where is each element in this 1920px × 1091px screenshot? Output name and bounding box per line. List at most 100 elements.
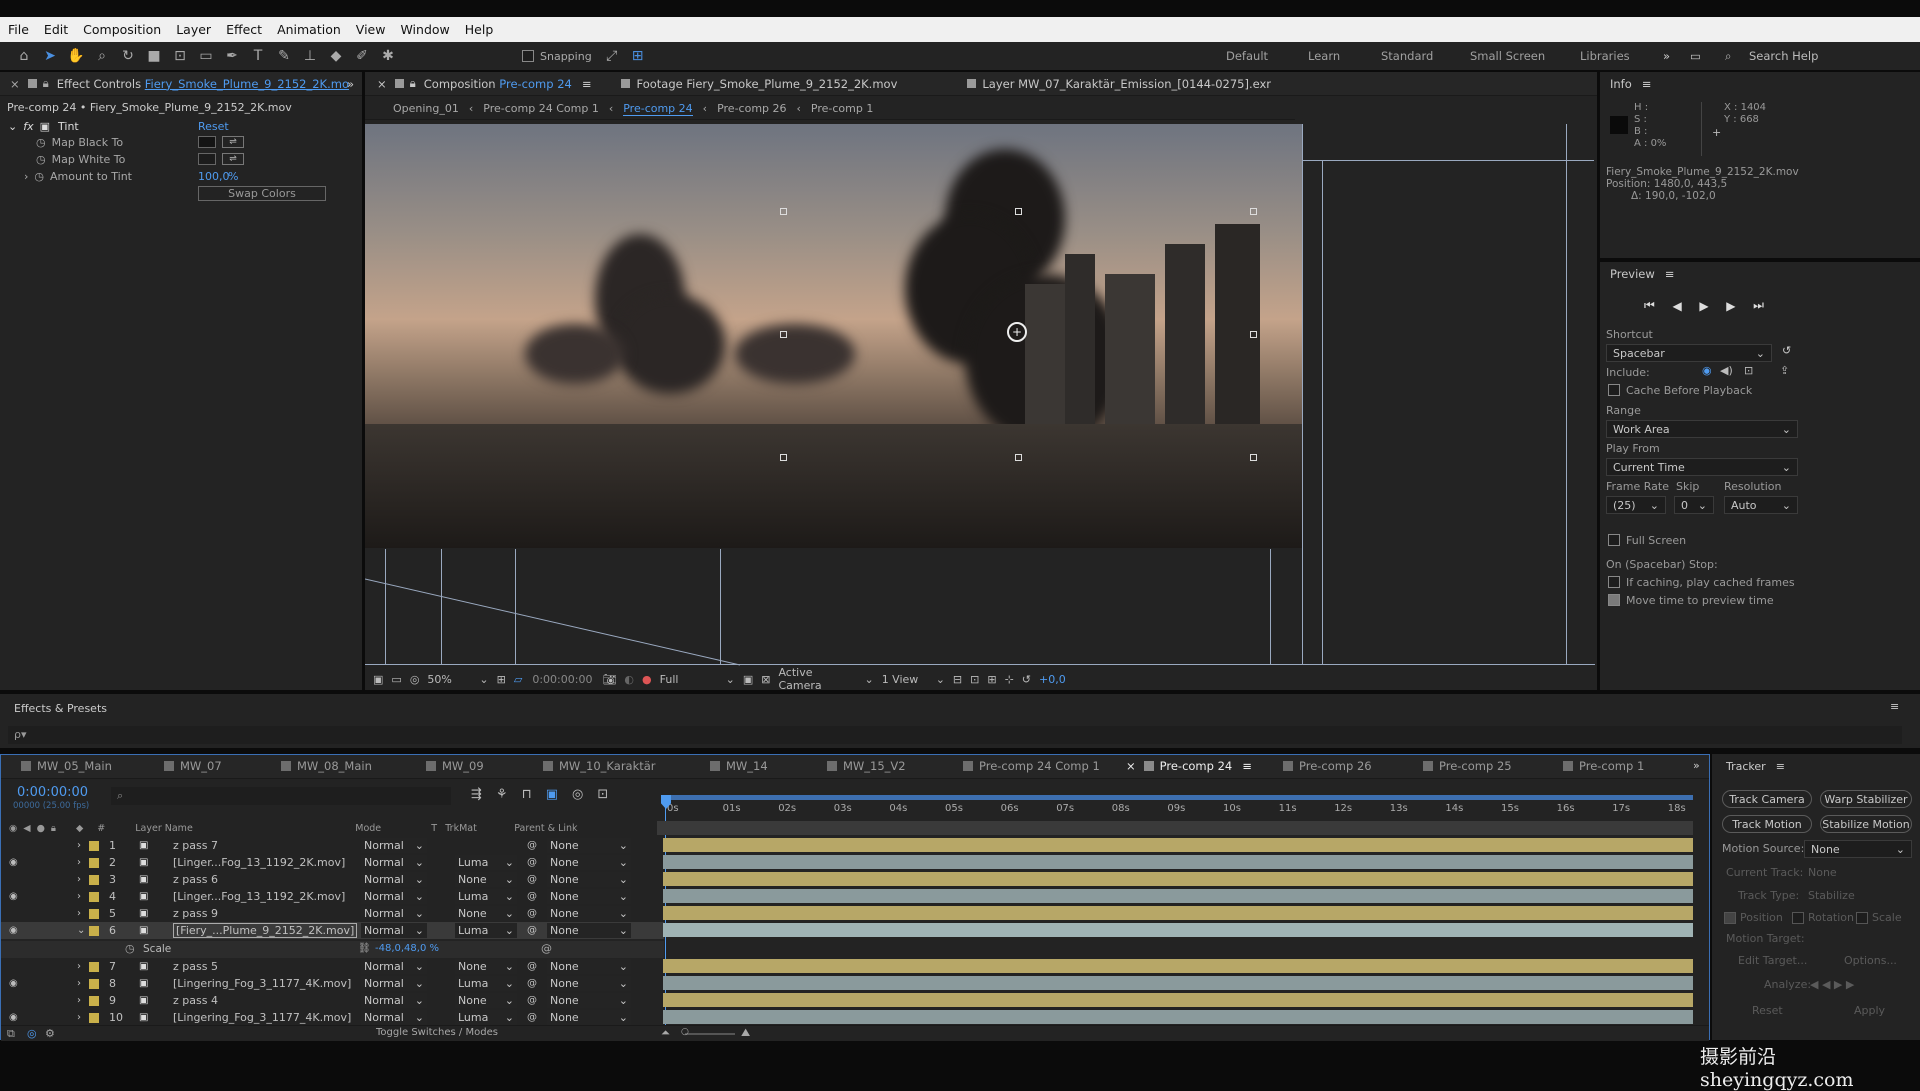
layer-duration-bar[interactable] [663, 906, 1693, 920]
resolution-dropdown[interactable]: Auto ⌄ [1724, 496, 1798, 514]
stabilize-motion-button[interactable]: Stabilize Motion [1820, 815, 1912, 833]
tab-mw07[interactable]: MW_07 [164, 759, 222, 773]
mode-dropdown[interactable]: Normal ⌄ [361, 906, 427, 921]
workspace-default[interactable]: Default [1226, 49, 1268, 63]
table-row[interactable]: › 9 ▣ z pass 4 Normal ⌄ None ⌄ @ None ⌄ [1, 992, 664, 1009]
tab-precomp26[interactable]: Pre-comp 26 [1283, 759, 1372, 773]
snapping-checkbox[interactable] [522, 50, 534, 62]
camera-dropdown[interactable]: Active Camera [778, 666, 856, 692]
eyedropper-icon[interactable]: ⇌ [222, 153, 244, 165]
table-row[interactable]: ◉ › 4 ▣ [Linger...Fog_13_1192_2K.mov] Normal ⌄… [1, 888, 664, 905]
pick-whip-icon[interactable]: @ [541, 942, 552, 955]
next-frame-icon[interactable]: ▶︎ [1726, 299, 1735, 313]
pick-whip-icon[interactable]: @ [527, 908, 537, 919]
layer-name[interactable]: z pass 4 [173, 994, 218, 1007]
snap-icon[interactable]: ⤢ [600, 46, 624, 66]
layer-name[interactable]: z pass 9 [173, 907, 218, 920]
tint-effect-row[interactable]: ⌄ fx ▣ Tint [8, 120, 79, 133]
menu-layer[interactable]: Layer [176, 22, 211, 37]
mask-visibility-icon[interactable]: ◎ [410, 673, 420, 686]
timeline-search-input[interactable]: ⌕ [111, 787, 451, 805]
draft-3d-icon[interactable]: ⊡ [970, 673, 979, 686]
tab-file[interactable]: Fiery_Smoke_Plume_9_2152_2K.mo [145, 77, 349, 91]
workspace-layout-icon[interactable]: ▭ [1690, 49, 1701, 63]
chevron-right-icon[interactable]: › [24, 170, 28, 183]
expand-chevron-icon[interactable]: › [77, 857, 81, 868]
expand-chevron-icon[interactable]: › [77, 840, 81, 851]
region-of-interest-icon[interactable]: ▱ [514, 673, 522, 686]
layer-duration-bar[interactable] [663, 976, 1693, 990]
play-icon[interactable]: ▶︎ [1699, 299, 1708, 313]
toggle-pixel-aspect-icon[interactable]: ⊟ [953, 673, 962, 686]
analyze-controls[interactable]: ◀︎ ◀ ▶ ▶︎ [1810, 978, 1854, 991]
mode-dropdown[interactable]: Normal ⌄ [361, 976, 427, 991]
tab-mw15v2[interactable]: MW_15_V2 [827, 759, 906, 773]
eyedropper-icon[interactable]: ⇌ [222, 136, 244, 148]
range-dropdown[interactable]: Work Area ⌄ [1606, 420, 1798, 438]
video-icon[interactable]: ◉ [1702, 364, 1712, 377]
link-icon[interactable]: ⛓︎ [358, 943, 371, 954]
scale-value[interactable]: -48,0,48,0 % [375, 943, 439, 954]
if-caching-checkbox[interactable] [1608, 576, 1620, 588]
close-icon[interactable]: × [10, 77, 20, 91]
mode-dropdown[interactable]: Normal ⌄ [361, 959, 427, 974]
expand-chevron-icon[interactable]: › [77, 995, 81, 1006]
eye-icon[interactable]: ◉ [9, 891, 18, 902]
parent-dropdown[interactable]: None ⌄ [547, 889, 631, 904]
pick-whip-icon[interactable]: @ [527, 874, 537, 885]
parent-dropdown[interactable]: None ⌄ [547, 1010, 631, 1025]
label-color-swatch[interactable] [89, 892, 99, 902]
resolution-dropdown[interactable]: Full [660, 673, 718, 686]
workspace-small-screen[interactable]: Small Screen [1470, 49, 1545, 63]
rotate-tool-icon[interactable]: ↻ [116, 46, 140, 66]
menu-icon[interactable]: ≡ [1890, 700, 1899, 713]
layer-name[interactable]: z pass 6 [173, 873, 218, 886]
layer-name[interactable]: [Lingering_Fog_3_1177_4K.mov] [173, 977, 351, 990]
table-row[interactable]: ◉ › 2 ▣ [Linger...Fog_13_1192_2K.mov] Normal ⌄… [1, 854, 664, 871]
cache-before-playback-checkbox[interactable] [1608, 384, 1620, 396]
brush-tool-icon[interactable]: ✎ [272, 46, 296, 66]
composition-viewer[interactable]: + [365, 124, 1302, 549]
breadcrumb-precomp24comp1[interactable]: Pre-comp 24 Comp 1 [483, 102, 599, 115]
shy-icon[interactable]: ⊓ [522, 787, 532, 802]
layer-duration-bar[interactable] [663, 855, 1693, 869]
apply-button[interactable]: Apply [1854, 1004, 1885, 1017]
motion-source-dropdown[interactable]: None ⌄ [1804, 840, 1912, 858]
show-snapshot-icon[interactable]: ◐ [624, 673, 634, 686]
draft-3d-icon[interactable]: ⚘ [496, 787, 508, 802]
zoom-dropdown[interactable]: 50% [427, 673, 473, 686]
breadcrumb-precomp26[interactable]: Pre-comp 26 [717, 102, 786, 115]
frame-rate-dropdown[interactable]: (25) ⌄ [1606, 496, 1666, 514]
anchor-point-icon[interactable]: + [1007, 322, 1027, 342]
table-row[interactable]: › 1 ▣ z pass 7 Normal ⌄ @ None ⌄ [1, 837, 664, 854]
pan-behind-tool-icon[interactable]: ⊡ [168, 46, 192, 66]
trkmat-dropdown[interactable]: None ⌄ [455, 872, 517, 887]
clone-stamp-tool-icon[interactable]: ⊥ [298, 46, 322, 66]
pick-whip-icon[interactable]: @ [527, 961, 537, 972]
tab-precomp24[interactable]: × Pre-comp 24 ≡ [1126, 759, 1252, 773]
title-safe-icon[interactable]: ⊞ [497, 673, 506, 686]
trkmat-dropdown[interactable]: Luma ⌄ [455, 923, 517, 938]
map-black-swatch[interactable] [198, 136, 216, 148]
warp-stabilizer-button[interactable]: Warp Stabilizer [1820, 790, 1912, 808]
menu-icon[interactable]: ≡ [1642, 77, 1652, 91]
expand-chevron-icon[interactable]: › [77, 978, 81, 989]
trkmat-dropdown[interactable]: Luma ⌄ [455, 855, 517, 870]
rotation-checkbox[interactable] [1792, 912, 1804, 924]
mode-dropdown[interactable]: Normal ⌄ [361, 1010, 427, 1025]
layer-name[interactable]: z pass 7 [173, 839, 218, 852]
close-icon[interactable]: × [377, 77, 387, 91]
eye-icon[interactable]: ◉ [9, 978, 18, 989]
skip-dropdown[interactable]: 0 ⌄ [1674, 496, 1714, 514]
parent-dropdown[interactable]: None ⌄ [547, 993, 631, 1008]
pick-whip-icon[interactable]: @ [527, 995, 537, 1006]
menu-file[interactable]: File [8, 22, 29, 37]
label-color-swatch[interactable] [89, 909, 99, 919]
pick-whip-icon[interactable]: @ [527, 978, 537, 989]
mode-dropdown[interactable]: Normal ⌄ [361, 872, 427, 887]
motion-blur-icon[interactable]: ◎ [572, 787, 583, 802]
reset-exposure-icon[interactable]: ↺ [1022, 673, 1031, 686]
edit-target-button[interactable]: Edit Target... [1738, 954, 1807, 967]
expand-chevron-icon[interactable]: ⌄ [77, 925, 85, 936]
mode-dropdown[interactable]: Normal ⌄ [361, 993, 427, 1008]
